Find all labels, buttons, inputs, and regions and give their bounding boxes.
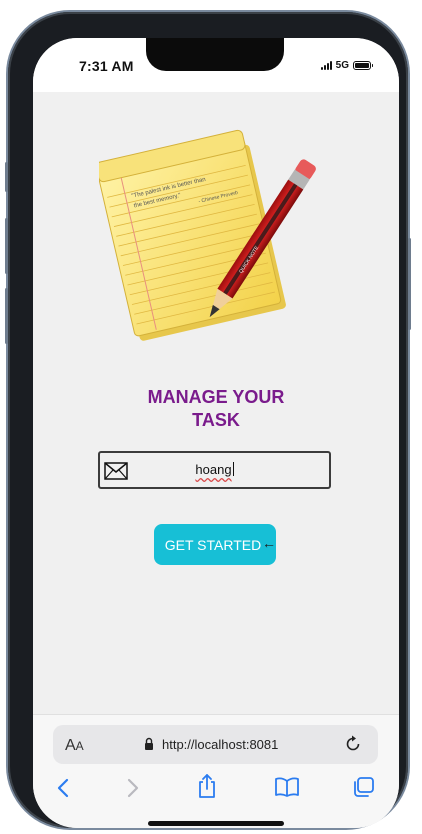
phone-frame: 7:31 AM 5G "The palest ink is better tha… <box>5 12 411 828</box>
notch <box>146 38 284 71</box>
status-bar: 7:31 AM 5G <box>33 38 399 92</box>
side-button-left-3 <box>5 288 8 344</box>
name-input[interactable]: hoang <box>98 451 331 489</box>
get-started-button[interactable]: GET STARTED <box>154 524 276 565</box>
side-button-right <box>408 238 411 330</box>
forward-icon[interactable] <box>125 777 141 799</box>
reader-aa-button[interactable]: AA <box>65 737 84 755</box>
side-button-left-1 <box>5 162 8 192</box>
side-button-left-2 <box>5 218 8 274</box>
network-label: 5G <box>335 60 349 71</box>
address-bar[interactable]: AA http://localhost:8081 <box>53 725 378 764</box>
url-text: http://localhost:8081 <box>162 737 279 752</box>
title-line-1: MANAGE YOUR <box>147 387 285 407</box>
phone-screen: 7:31 AM 5G "The palest ink is better tha… <box>33 38 399 828</box>
input-value: hoang <box>195 462 232 477</box>
status-time: 7:31 AM <box>79 58 134 74</box>
signal-icon <box>320 61 332 70</box>
share-icon[interactable] <box>196 773 218 799</box>
battery-icon <box>353 61 373 70</box>
aa-small: A <box>75 739 84 753</box>
status-indicators: 5G <box>320 60 373 71</box>
notepad-pencil-illustration: "The palest ink is better than the best … <box>99 129 316 341</box>
tabs-icon[interactable] <box>351 776 375 798</box>
text-caret <box>232 462 234 476</box>
home-indicator <box>148 821 284 826</box>
left-arrow-cursor-icon: ← <box>262 535 276 551</box>
reload-icon[interactable] <box>343 734 363 754</box>
aa-big: A <box>65 737 76 754</box>
input-text[interactable]: hoang <box>100 462 329 477</box>
title-line-2: TASK <box>192 410 240 430</box>
back-icon[interactable] <box>55 777 71 799</box>
bookmarks-icon[interactable] <box>274 777 300 797</box>
browser-toolbar: AA http://localhost:8081 <box>33 714 399 828</box>
lock-icon <box>145 737 153 750</box>
page-title: MANAGE YOUR TASK <box>33 386 399 432</box>
